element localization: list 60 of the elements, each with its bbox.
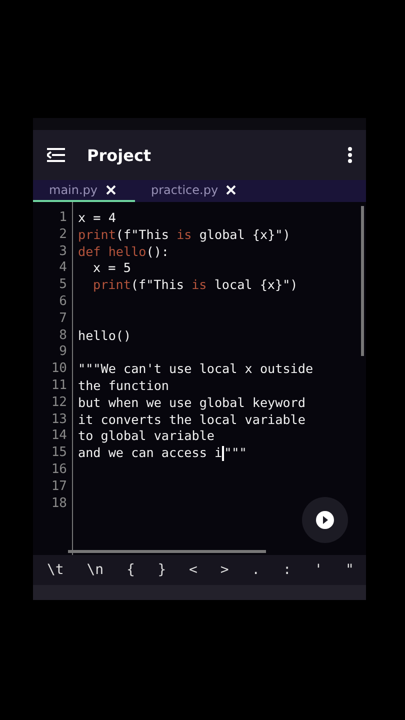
code-text: local {x}") <box>213 277 298 294</box>
code-text: to global variable <box>78 428 214 446</box>
code-text: x = 5 <box>93 260 131 278</box>
symbol-key[interactable]: . <box>248 562 264 578</box>
symbol-key[interactable]: < <box>185 562 202 578</box>
line-number: 3 <box>59 244 67 260</box>
line-number: 1 <box>59 210 67 227</box>
file-tab[interactable]: practice.py <box>135 180 255 202</box>
symbol-key[interactable]: \t <box>43 562 68 578</box>
play-icon <box>316 511 334 529</box>
code-text: global {x}") <box>198 226 290 244</box>
code-text: and we can access i <box>78 445 222 462</box>
line-number: 16 <box>51 462 67 479</box>
code-text: the function <box>78 378 169 395</box>
run-button[interactable] <box>302 497 348 543</box>
more-icon[interactable] <box>348 147 352 163</box>
line-number: 14 <box>51 428 67 446</box>
code-text: it converts the local variable <box>78 412 306 428</box>
symbol-key[interactable]: " <box>342 562 358 578</box>
code-keyword: print <box>93 277 131 294</box>
text-cursor <box>222 446 224 462</box>
code-text: (f"This <box>116 226 170 244</box>
code-keyword: def hello <box>78 244 146 260</box>
symbol-key[interactable]: { <box>122 562 139 578</box>
symbol-key[interactable]: \n <box>82 562 108 578</box>
line-number: 7 <box>59 310 67 328</box>
symbol-key[interactable]: > <box>216 562 233 578</box>
line-number: 10 <box>51 361 67 378</box>
vertical-scrollbar[interactable] <box>361 206 364 356</box>
code-text: """ <box>224 445 247 462</box>
line-number: 18 <box>51 496 67 512</box>
code-text: """We can't use local x outside <box>78 361 314 378</box>
menu-icon[interactable] <box>47 148 65 162</box>
line-number: 9 <box>59 344 67 362</box>
code-keyword: is <box>192 277 207 294</box>
line-number: 12 <box>51 394 67 412</box>
line-number: 6 <box>59 294 67 311</box>
symbol-key[interactable]: ' <box>310 562 327 578</box>
code-text: x = 4 <box>78 210 116 227</box>
code-text: hello() <box>78 328 132 344</box>
close-icon[interactable] <box>106 185 116 195</box>
code-keyword: is <box>176 226 192 244</box>
horizontal-scrollbar[interactable] <box>68 550 266 553</box>
line-number: 2 <box>59 226 67 244</box>
line-number: 13 <box>51 412 67 428</box>
line-number: 15 <box>51 445 67 462</box>
code-text: (f"This <box>130 277 185 294</box>
symbol-key[interactable]: : <box>278 562 296 578</box>
line-number: 5 <box>59 277 67 294</box>
toolbar-title: Project <box>87 146 152 164</box>
line-number: 11 <box>51 378 67 395</box>
code-editor[interactable] <box>33 202 366 555</box>
symbol-key[interactable]: } <box>154 562 170 578</box>
line-number: 8 <box>59 328 67 344</box>
code-keyword: print <box>78 226 116 244</box>
close-icon[interactable] <box>226 185 236 195</box>
line-number: 17 <box>51 478 67 496</box>
line-number: 4 <box>59 260 67 278</box>
code-text: (): <box>146 244 169 260</box>
code-text: but when we use global keyword <box>78 394 306 412</box>
